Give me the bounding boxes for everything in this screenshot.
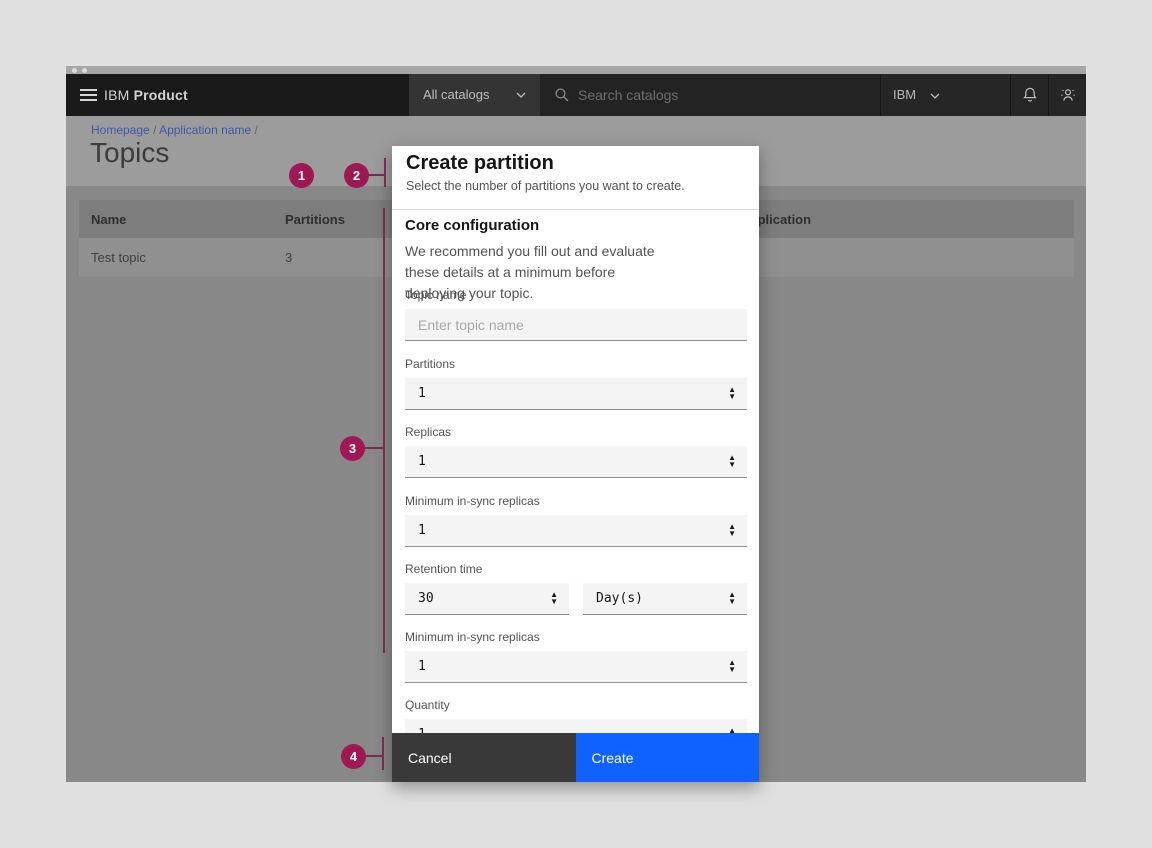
caret-down-icon: ▼ <box>728 394 736 400</box>
brand-name: Product <box>134 87 188 103</box>
window-titlebar <box>66 66 1086 74</box>
min-insync-replicas-2-field: ▲▼ <box>405 651 747 683</box>
partitions-input[interactable] <box>405 378 747 409</box>
search-input[interactable] <box>578 74 868 116</box>
quantity-label: Quantity <box>405 698 450 712</box>
annotation-line <box>383 208 385 653</box>
user-avatar-icon <box>1059 86 1077 104</box>
min-insync-replicas-2-label: Minimum in-sync replicas <box>405 630 540 644</box>
retention-time-label: Retention time <box>405 562 482 576</box>
min-insync-replicas-label: Minimum in-sync replicas <box>405 494 540 508</box>
breadcrumb-separator: / <box>153 123 156 137</box>
modal-divider <box>392 209 759 210</box>
replicas-stepper[interactable]: ▲▼ <box>728 446 736 477</box>
annotation-marker-4: 4 <box>341 744 366 769</box>
user-avatar-button[interactable] <box>1048 74 1086 116</box>
create-partition-modal: Create partition Select the number of pa… <box>392 146 759 782</box>
caret-down-icon: ▼ <box>728 462 736 468</box>
annotation-line <box>384 158 386 187</box>
search-bar <box>540 74 880 116</box>
annotation-marker-1: 1 <box>289 163 314 188</box>
annotation-line <box>368 174 385 176</box>
annotation-marker-2: 2 <box>344 163 369 188</box>
retention-value-field: ▲▼ <box>405 583 569 615</box>
catalog-dropdown-label: All catalogs <box>423 87 489 102</box>
caret-down-icon: ▼ <box>550 599 558 605</box>
partitions-label: Partitions <box>405 357 455 371</box>
retention-unit-stepper[interactable]: ▲▼ <box>728 583 736 614</box>
column-header-partitions[interactable]: Partitions <box>285 200 345 238</box>
retention-value-stepper[interactable]: ▲▼ <box>550 583 558 614</box>
modal-title: Create partition <box>406 152 554 175</box>
breadcrumb: Homepage / Application name / <box>91 123 258 137</box>
caret-down-icon: ▼ <box>728 531 736 537</box>
bell-icon <box>1021 86 1039 104</box>
page-title: Topics <box>90 137 169 169</box>
min-insync-replicas-2-input[interactable] <box>405 651 747 682</box>
ibm-dropdown[interactable]: IBM <box>880 74 1010 116</box>
search-icon <box>554 87 570 103</box>
min-insync-replicas-field: ▲▼ <box>405 515 747 547</box>
modal-subtitle: Select the number of partitions you want… <box>406 179 685 193</box>
column-header-name[interactable]: Name <box>91 200 126 238</box>
topic-name-input[interactable] <box>405 309 747 340</box>
topic-name-field <box>405 309 747 341</box>
ibm-dropdown-label: IBM <box>893 87 916 102</box>
app-header: IBM Product All catalogs IBM <box>66 74 1086 116</box>
annotation-line <box>365 755 383 757</box>
partitions-stepper[interactable]: ▲▼ <box>728 378 736 409</box>
annotation-line <box>382 737 384 770</box>
partitions-field: ▲▼ <box>405 378 747 410</box>
hamburger-bars <box>80 89 97 101</box>
chevron-down-icon <box>516 92 526 98</box>
catalog-dropdown[interactable]: All catalogs <box>409 74 540 116</box>
breadcrumb-homepage[interactable]: Homepage <box>91 123 150 137</box>
replicas-field: ▲▼ <box>405 446 747 478</box>
create-button[interactable]: Create <box>576 733 760 782</box>
min-insync-replicas-input[interactable] <box>405 515 747 546</box>
cell-partitions: 3 <box>285 238 292 277</box>
annotation-marker-3: 3 <box>340 436 365 461</box>
replicas-input[interactable] <box>405 446 747 477</box>
retention-value-input[interactable] <box>405 583 569 614</box>
breadcrumb-application-name[interactable]: Application name <box>159 123 251 137</box>
window-dot[interactable] <box>72 68 77 73</box>
brand-prefix: IBM <box>104 87 130 103</box>
min-insync-2-stepper[interactable]: ▲▼ <box>728 651 736 682</box>
topic-name-label: Topic name <box>405 288 466 302</box>
retention-unit-field: ▲▼ <box>583 583 747 615</box>
app-brand[interactable]: IBM Product <box>104 74 188 116</box>
caret-down-icon: ▼ <box>728 599 736 605</box>
modal-footer: Cancel Create <box>392 733 759 782</box>
chevron-down-icon <box>930 93 940 99</box>
section-heading: Core configuration <box>405 217 539 234</box>
cancel-button[interactable]: Cancel <box>392 733 576 782</box>
retention-unit-input[interactable] <box>583 583 747 614</box>
min-insync-stepper[interactable]: ▲▼ <box>728 515 736 546</box>
cell-topic-name: Test topic <box>91 238 146 277</box>
caret-down-icon: ▼ <box>728 667 736 673</box>
window-dot[interactable] <box>82 68 87 73</box>
breadcrumb-separator: / <box>254 123 257 137</box>
notification-bell-button[interactable] <box>1010 74 1048 116</box>
annotation-line <box>364 447 384 449</box>
replicas-label: Replicas <box>405 425 451 439</box>
hamburger-menu-icon[interactable] <box>72 74 106 116</box>
